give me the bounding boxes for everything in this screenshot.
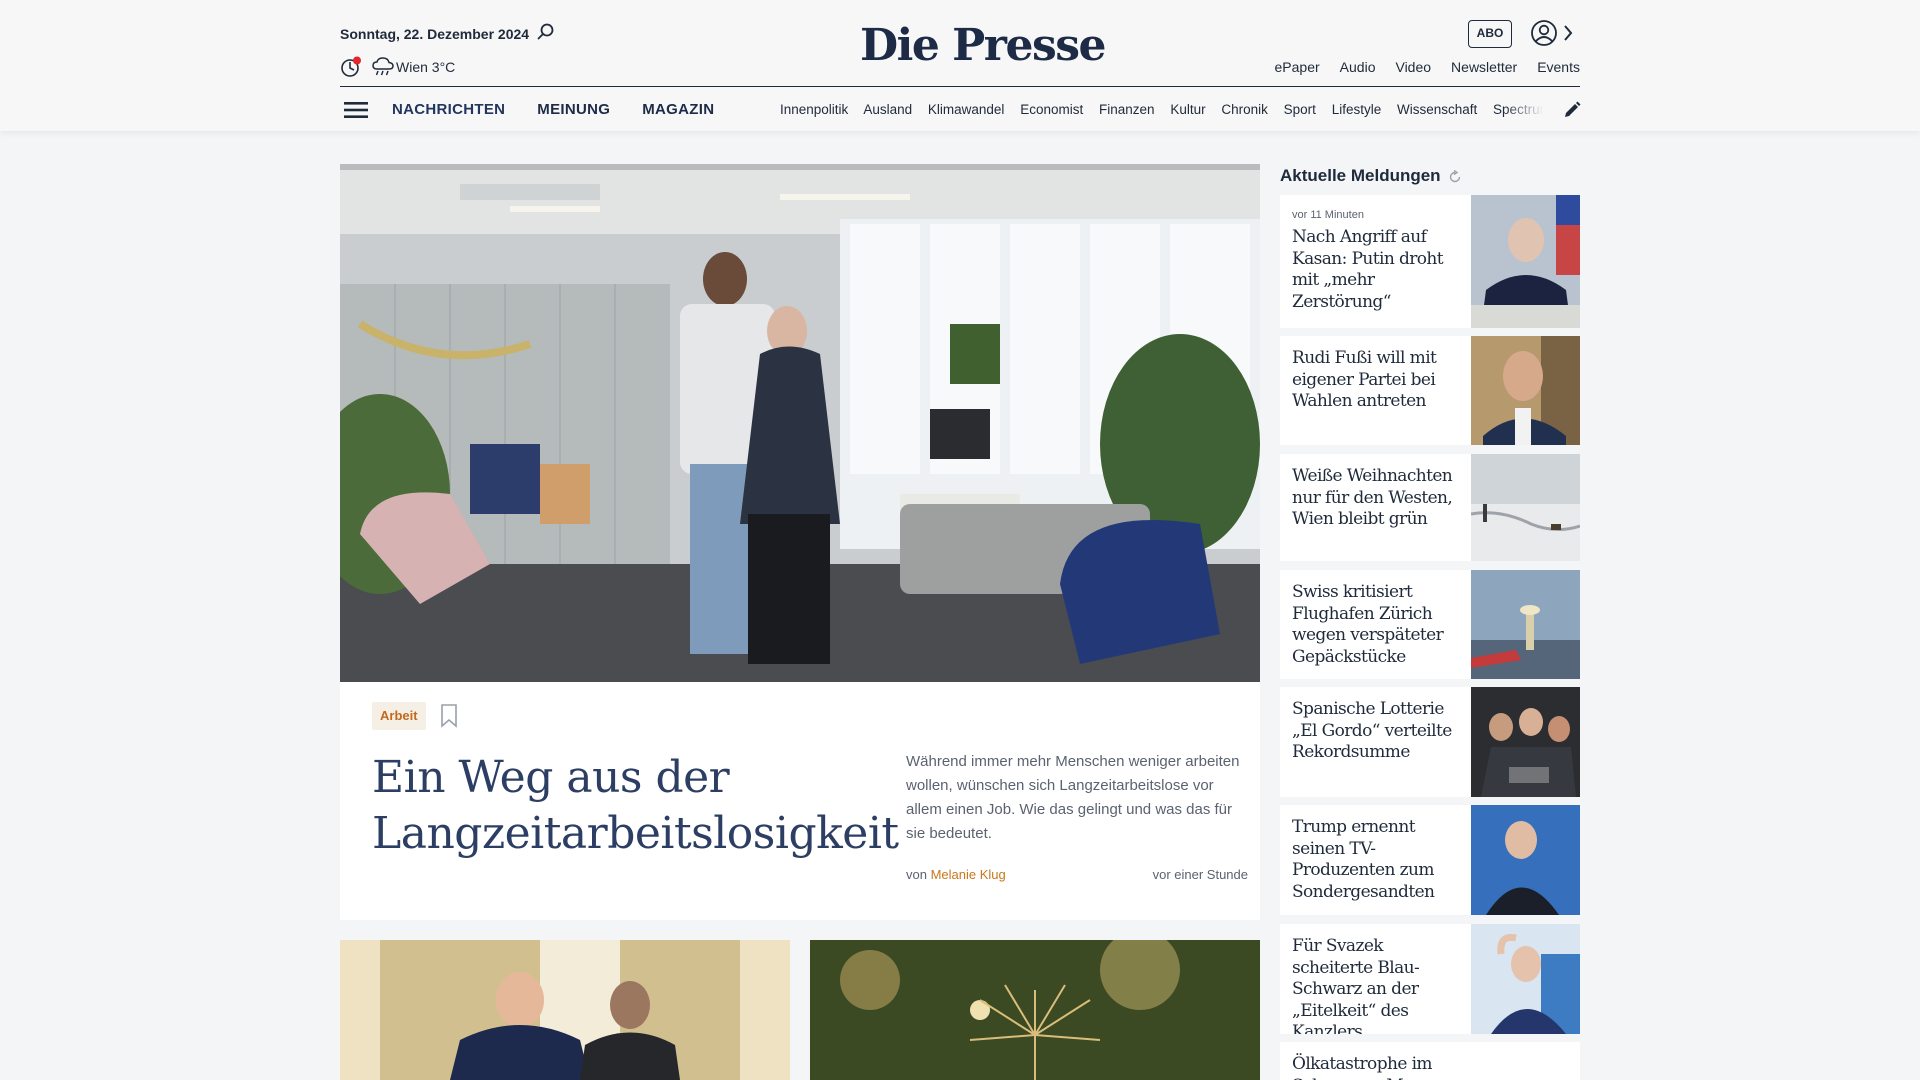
user-icon[interactable]: [1530, 19, 1558, 47]
news-item[interactable]: Weiße Weihnachten nur für den Westen, Wi…: [1280, 454, 1580, 561]
hero-body: Arbeit Ein Weg aus der Langzeitarbeitslo…: [340, 682, 1260, 920]
news-item[interactable]: Swiss kritisiert Flughafen Zürich wegen …: [1280, 570, 1580, 679]
top-links: ePaper Audio Video Newsletter Events: [1255, 59, 1580, 75]
news-title: Swiss kritisiert Flughafen Zürich wegen …: [1292, 582, 1444, 667]
news-text: Für Svazek scheiterte Blau-Schwarz an de…: [1292, 936, 1464, 1034]
news-thumbnail: [1471, 805, 1580, 915]
refresh-icon: [1449, 170, 1461, 183]
news-item[interactable]: Ölkatastrophe im Schwarzen Meer: [1280, 1042, 1580, 1080]
nav-meinung[interactable]: MEINUNG: [537, 101, 610, 118]
subnav-klimawandel[interactable]: Klimawandel: [928, 102, 1005, 117]
news-item[interactable]: Für Svazek scheiterte Blau-Schwarz an de…: [1280, 924, 1580, 1034]
menu-icon[interactable]: [344, 100, 368, 120]
news-thumbnail: [1471, 195, 1580, 328]
news-item[interactable]: Spanische Lotterie „El Gordo“ verteilte …: [1280, 687, 1580, 797]
site-header: Sonntag, 22. Dezember 2024 Wien 3°C Die …: [0, 0, 1920, 131]
subnav-kultur[interactable]: Kultur: [1170, 102, 1205, 117]
nav-nachrichten[interactable]: NACHRICHTEN: [392, 101, 505, 118]
news-item[interactable]: Rudi Fußi will mit eigener Partei bei Wa…: [1280, 336, 1580, 445]
subnav-sport[interactable]: Sport: [1284, 102, 1316, 117]
news-thumbnail: [1471, 570, 1580, 679]
news-meta: vor 11 Minuten: [1292, 209, 1364, 221]
news-text: Swiss kritisiert Flughafen Zürich wegen …: [1292, 582, 1464, 668]
teaser-image-1[interactable]: [340, 940, 790, 1080]
subnav-innenpolitik[interactable]: Innenpolitik: [780, 102, 848, 117]
news-title: Nach Angriff auf Kasan: Putin droht mit …: [1292, 227, 1444, 312]
news-text: vor 11 Minuten Nach Angriff auf Kasan: P…: [1292, 209, 1464, 313]
hero-article: Arbeit Ein Weg aus der Langzeitarbeitslo…: [340, 164, 1260, 920]
news-item[interactable]: Trump ernennt seinen TV-Produzenten zum …: [1280, 805, 1580, 915]
news-thumbnail: [1471, 454, 1580, 561]
news-text: Rudi Fußi will mit eigener Partei bei Wa…: [1292, 348, 1464, 413]
hero-teaser: Während immer mehr Menschen weniger arbe…: [906, 753, 1240, 842]
search-icon[interactable]: [536, 22, 556, 42]
news-title: Trump ernennt seinen TV-Produzenten zum …: [1292, 817, 1435, 902]
news-thumbnail: [1471, 336, 1580, 445]
current-date: Sonntag, 22. Dezember 2024: [340, 26, 530, 42]
news-thumbnail: [1471, 687, 1580, 797]
site-logo[interactable]: Die Presse: [860, 20, 1106, 71]
sub-nav: Innenpolitik Ausland Klimawandel Economi…: [780, 102, 1544, 117]
news-title: Für Svazek scheiterte Blau-Schwarz an de…: [1292, 936, 1420, 1034]
abo-button[interactable]: ABO: [1468, 20, 1512, 48]
byline-prefix: von: [906, 867, 927, 882]
link-newsletter[interactable]: Newsletter: [1451, 59, 1517, 75]
news-text: Ölkatastrophe im Schwarzen Meer: [1292, 1054, 1464, 1080]
author-link[interactable]: Melanie Klug: [931, 867, 1006, 882]
link-events[interactable]: Events: [1537, 59, 1580, 75]
header-divider: [340, 86, 1580, 87]
news-item[interactable]: vor 11 Minuten Nach Angriff auf Kasan: P…: [1280, 195, 1580, 328]
sidebar-title: Aktuelle Meldungen: [1280, 166, 1441, 185]
subnav-fade: [1504, 96, 1544, 124]
nav-magazin[interactable]: MAGAZIN: [642, 101, 714, 118]
category-badge[interactable]: Arbeit: [372, 702, 426, 730]
link-epaper[interactable]: ePaper: [1275, 59, 1320, 75]
subnav-finanzen[interactable]: Finanzen: [1099, 102, 1155, 117]
weather-label[interactable]: Wien 3°C: [396, 59, 455, 75]
subnav-lifestyle[interactable]: Lifestyle: [1332, 102, 1382, 117]
subnav-ausland[interactable]: Ausland: [863, 102, 912, 117]
moon-icon[interactable]: [340, 56, 362, 78]
teaser-image-2[interactable]: [810, 940, 1260, 1080]
subnav-chronik[interactable]: Chronik: [1221, 102, 1268, 117]
hero-time: vor einer Stunde: [1152, 867, 1248, 882]
header-inner: Sonntag, 22. Dezember 2024 Wien 3°C Die …: [340, 0, 1582, 131]
edit-icon[interactable]: [1562, 100, 1582, 120]
link-video[interactable]: Video: [1395, 59, 1431, 75]
subnav-wissenschaft[interactable]: Wissenschaft: [1397, 102, 1477, 117]
hero-byline: von Melanie Klug: [906, 867, 1006, 882]
news-text: Trump ernennt seinen TV-Produzenten zum …: [1292, 817, 1464, 903]
news-title: Spanische Lotterie „El Gordo“ verteilte …: [1292, 699, 1452, 762]
main-nav: NACHRICHTEN MEINUNG MAGAZIN: [392, 101, 714, 118]
bookmark-icon[interactable]: [440, 704, 458, 728]
hero-image[interactable]: [340, 164, 1260, 682]
weather-icon: [372, 57, 394, 76]
link-audio[interactable]: Audio: [1340, 59, 1376, 75]
news-title: Rudi Fußi will mit eigener Partei bei Wa…: [1292, 348, 1437, 411]
news-title: Ölkatastrophe im Schwarzen Meer: [1292, 1054, 1433, 1080]
news-text: Weiße Weihnachten nur für den Westen, Wi…: [1292, 466, 1464, 531]
news-thumbnail: [1471, 924, 1580, 1034]
news-title: Weiße Weihnachten nur für den Westen, Wi…: [1292, 466, 1453, 529]
chevron-right-icon[interactable]: [1562, 23, 1574, 43]
news-text: Spanische Lotterie „El Gordo“ verteilte …: [1292, 699, 1464, 764]
hero-headline[interactable]: Ein Weg aus der Langzeitarbeitslosigkeit: [372, 750, 899, 862]
subnav-economist[interactable]: Economist: [1020, 102, 1083, 117]
